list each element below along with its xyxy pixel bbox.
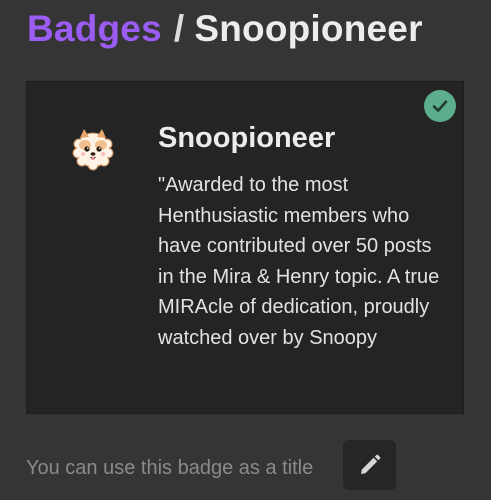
breadcrumb-current: Snoopioneer [194,8,423,49]
title-hint-text: You can use this badge as a title [26,457,314,479]
breadcrumb-badges-link[interactable]: Badges [27,8,162,49]
badge-name: Snoopioneer [158,122,336,154]
badge-granted-indicator [424,90,456,122]
breadcrumb-separator: / [173,8,185,49]
page-title: Badges / Snoopioneer [27,4,423,54]
badge-detail-page: Badges / Snoopioneer Snoopioneer "Awarde… [0,0,491,500]
badge-card: Snoopioneer "Awarded to the most Henthus… [26,81,464,414]
pomeranian-dog-icon [72,129,114,171]
check-icon [432,100,448,112]
use-as-title-button[interactable] [343,440,396,490]
pencil-icon [360,454,380,474]
badge-description: "Awarded to the most Henthusiastic membe… [158,174,440,349]
